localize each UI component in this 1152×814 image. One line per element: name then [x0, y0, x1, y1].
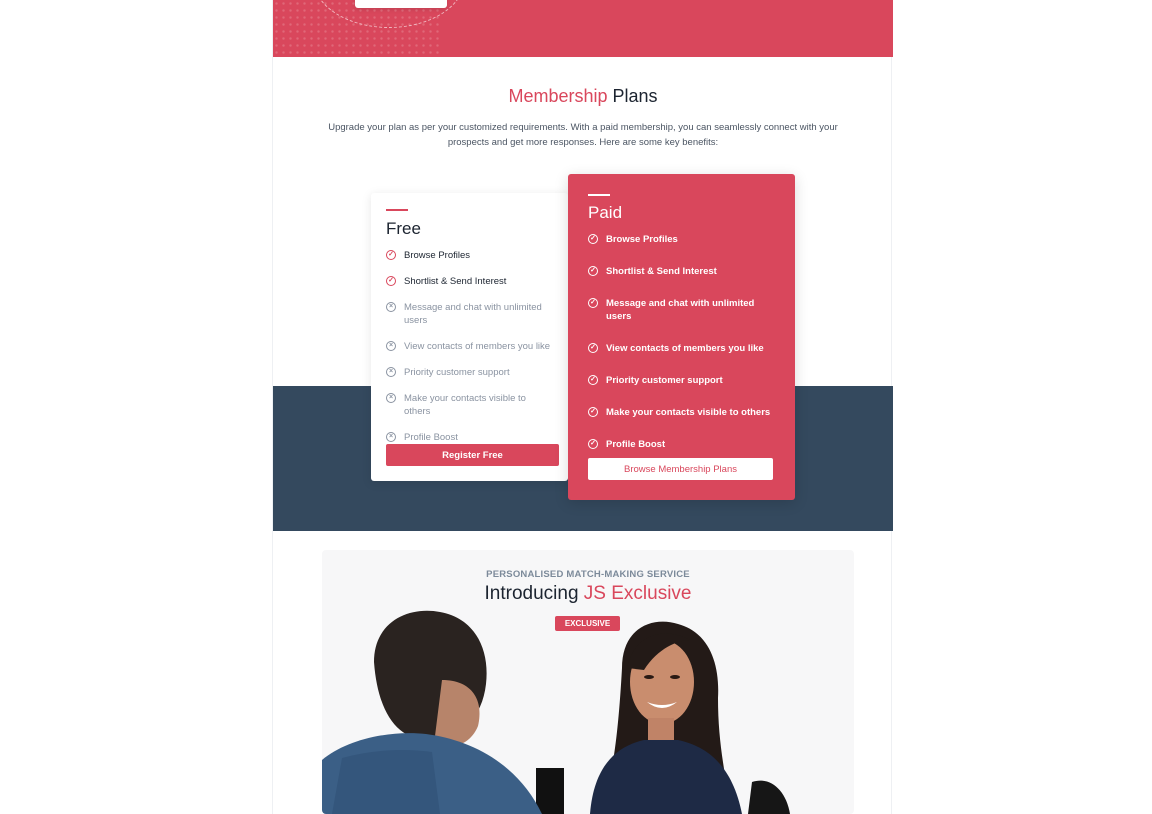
title-accent: Membership — [508, 86, 608, 106]
x-circle-icon: × — [386, 302, 396, 312]
exclusive-title: Introducing JS Exclusive — [322, 583, 854, 605]
free-feature-item: × View contacts of members you like — [386, 340, 553, 353]
feature-label: Make your contacts visible to others — [404, 393, 526, 417]
feature-label: View contacts of members you like — [606, 343, 764, 354]
check-circle-icon: ✓ — [588, 266, 598, 276]
feature-label: Browse Profiles — [606, 234, 678, 245]
x-circle-icon: × — [386, 367, 396, 377]
check-circle-icon: ✓ — [588, 439, 598, 449]
browse-membership-plans-button[interactable]: Browse Membership Plans — [588, 458, 773, 480]
paid-feature-item: ✓ Profile Boost — [588, 438, 775, 451]
feature-label: Browse Profiles — [404, 250, 470, 261]
paid-feature-item: ✓ Make your contacts visible to others — [588, 406, 775, 419]
exclusive-kicker: PERSONALISED MATCH-MAKING SERVICE — [486, 569, 690, 580]
feature-label: Shortlist & Send Interest — [404, 276, 507, 287]
paid-feature-item: ✓ View contacts of members you like — [588, 342, 775, 355]
card-illustration — [355, 0, 447, 8]
paid-plan-name: Paid — [588, 203, 623, 222]
exclusive-title-prefix: Introducing — [484, 583, 584, 604]
free-feature-item: ✓ Browse Profiles — [386, 249, 553, 262]
exclusive-badge: EXCLUSIVE — [555, 616, 620, 631]
free-feature-list: ✓ Browse Profiles ✓ Shortlist & Send Int… — [386, 249, 553, 444]
free-feature-item: × Make your contacts visible to others — [386, 392, 553, 418]
free-feature-item: × Profile Boost — [386, 431, 553, 444]
paid-feature-list: ✓ Browse Profiles ✓ Shortlist & Send Int… — [588, 233, 775, 451]
accent-bar — [386, 209, 408, 211]
free-feature-item: ✓ Shortlist & Send Interest — [386, 275, 553, 288]
exclusive-title-accent: JS Exclusive — [583, 583, 692, 604]
paid-feature-item: ✓ Priority customer support — [588, 374, 775, 387]
check-circle-icon: ✓ — [588, 343, 598, 353]
feature-label: Profile Boost — [606, 439, 666, 450]
title-rest: Plans — [607, 86, 658, 106]
feature-label: View contacts of members you like — [404, 341, 551, 352]
js-exclusive-section: PERSONALISED MATCH-MAKING SERVICE Introd… — [322, 550, 854, 814]
paid-feature-item: ✓ Message and chat with unlimited users — [588, 297, 775, 323]
feature-label: Shortlist & Send Interest — [606, 266, 717, 277]
paid-plan-card: Paid ✓ Browse Profiles ✓ Shortlist & Sen… — [568, 174, 795, 500]
check-circle-icon: ✓ — [588, 375, 598, 385]
check-circle-icon: ✓ — [386, 276, 396, 286]
free-plan-card: Free ✓ Browse Profiles ✓ Shortlist & Sen… — [371, 193, 568, 481]
x-circle-icon: × — [386, 393, 396, 403]
feature-label: Priority customer support — [606, 375, 723, 386]
check-circle-icon: ✓ — [588, 234, 598, 244]
membership-description: Upgrade your plan as per your customized… — [328, 122, 838, 148]
check-circle-icon: ✓ — [386, 250, 396, 260]
feature-label: Priority customer support — [404, 367, 510, 378]
free-feature-item: × Priority customer support — [386, 366, 553, 379]
feature-label: Make your contacts visible to others — [606, 407, 771, 418]
register-free-button[interactable]: Register Free — [386, 444, 559, 466]
check-circle-icon: ✓ — [588, 407, 598, 417]
check-circle-icon: ✓ — [588, 298, 598, 308]
feature-label: Profile Boost — [404, 432, 458, 443]
paid-feature-item: ✓ Browse Profiles — [588, 233, 775, 246]
feature-label: Message and chat with unlimited users — [606, 298, 755, 322]
membership-title: Membership Plans — [273, 86, 893, 107]
paid-feature-item: ✓ Shortlist & Send Interest — [588, 265, 775, 278]
x-circle-icon: × — [386, 341, 396, 351]
free-feature-item: × Message and chat with unlimited users — [386, 301, 553, 327]
feature-label: Message and chat with unlimited users — [404, 302, 542, 326]
x-circle-icon: × — [386, 432, 396, 442]
hero-banner — [273, 0, 893, 57]
page-container: Membership Plans Upgrade your plan as pe… — [272, 0, 893, 814]
free-plan-name: Free — [386, 219, 421, 238]
accent-bar — [588, 194, 610, 196]
